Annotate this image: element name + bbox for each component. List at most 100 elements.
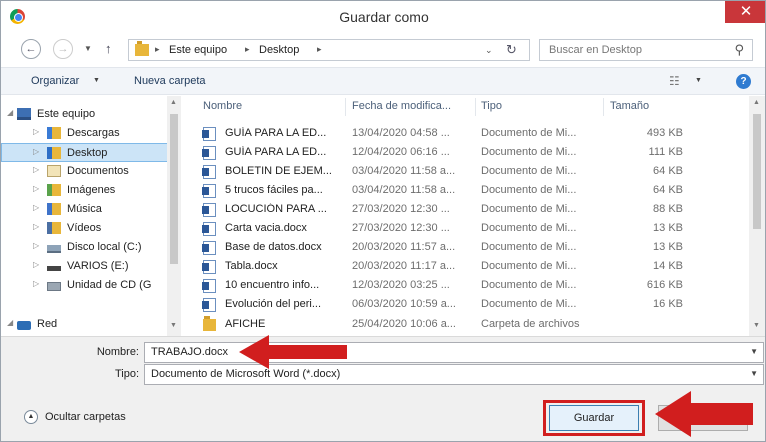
- tree-item-unidad-cd[interactable]: ▷ Unidad de CD (G: [1, 276, 169, 295]
- expand-icon[interactable]: ▷: [33, 203, 39, 212]
- chevron-down-icon[interactable]: ▼: [750, 369, 758, 378]
- collapse-icon[interactable]: ◢: [7, 318, 13, 327]
- file-row[interactable]: Base de datos.docx 20/03/2020 11:57 a...…: [185, 238, 745, 257]
- music-folder-icon: [47, 203, 61, 215]
- file-name: Evolución del peri...: [225, 298, 321, 310]
- expand-icon[interactable]: ▷: [33, 241, 39, 250]
- file-name: Tabla.docx: [225, 260, 278, 272]
- file-row[interactable]: LOCUCIÓN PARA ... 27/03/2020 12:30 ... D…: [185, 200, 745, 219]
- filetype-select[interactable]: Documento de Microsoft Word (*.docx) ▼: [144, 364, 764, 385]
- tree-item-varios[interactable]: ▷ VARIOS (E:): [1, 257, 169, 276]
- filename-input[interactable]: TRABAJO.docx ▼: [144, 342, 764, 363]
- tree-item-disco-local[interactable]: ▷ Disco local (C:): [1, 238, 169, 257]
- help-icon[interactable]: ?: [736, 74, 751, 89]
- tree-item-documentos[interactable]: ▷ Documentos: [1, 162, 169, 181]
- file-date: 20/03/2020 11:57 a...: [352, 241, 456, 253]
- view-options-icon[interactable]: ☷: [669, 74, 680, 88]
- tree-item-label: Disco local (C:): [67, 241, 142, 253]
- file-name: Base de datos.docx: [225, 241, 322, 253]
- file-row[interactable]: 5 trucos fáciles pa... 03/04/2020 11:58 …: [185, 181, 745, 200]
- word-document-icon: [202, 127, 216, 141]
- file-row[interactable]: Evolución del peri... 06/03/2020 10:59 a…: [185, 295, 745, 314]
- file-row[interactable]: 10 encuentro info... 12/03/2020 03:25 ..…: [185, 276, 745, 295]
- word-document-icon: [202, 146, 216, 160]
- breadcrumb-este-equipo[interactable]: Este equipo: [169, 44, 227, 56]
- scrollbar-thumb[interactable]: [170, 114, 178, 264]
- forward-button[interactable]: →: [53, 39, 73, 59]
- file-list-scrollbar[interactable]: ▲ ▼: [749, 96, 765, 336]
- column-divider[interactable]: [603, 98, 604, 116]
- scroll-up-icon[interactable]: ▲: [753, 99, 760, 106]
- recent-locations-dropdown-icon[interactable]: ▼: [84, 44, 92, 53]
- file-row[interactable]: Carta vacia.docx 27/03/2020 12:30 ... Do…: [185, 219, 745, 238]
- tree-item-este-equipo[interactable]: ◢ Este equipo: [1, 105, 169, 124]
- file-row[interactable]: GUÍA PARA LA ED... 13/04/2020 04:58 ... …: [185, 124, 745, 143]
- organize-button[interactable]: Organizar: [31, 75, 79, 87]
- tree-item-musica[interactable]: ▷ Música: [1, 200, 169, 219]
- tree-item-label: Red: [37, 318, 58, 330]
- expand-icon[interactable]: ▷: [33, 260, 39, 269]
- tree-item-imagenes[interactable]: ▷ Imágenes: [1, 181, 169, 200]
- file-type: Documento de Mi...: [481, 279, 577, 291]
- file-size: 493 KB: [646, 127, 683, 139]
- collapse-icon[interactable]: ◢: [7, 108, 13, 117]
- file-row[interactable]: GUÍA PARA LA ED... 12/04/2020 06:16 ... …: [185, 143, 745, 162]
- new-folder-button[interactable]: Nueva carpeta: [134, 75, 206, 87]
- column-header-size[interactable]: Tamaño: [610, 100, 649, 112]
- close-button[interactable]: ✕: [725, 1, 765, 23]
- chevron-right-icon[interactable]: ▸: [155, 44, 160, 55]
- expand-icon[interactable]: ▷: [33, 222, 39, 231]
- chevron-down-icon[interactable]: ▼: [695, 77, 702, 84]
- collapse-circle-icon[interactable]: ▲: [24, 410, 38, 424]
- scroll-down-icon[interactable]: ▼: [753, 322, 760, 329]
- folder-icon: [203, 316, 216, 331]
- expand-icon[interactable]: ▷: [33, 165, 39, 174]
- column-header-date[interactable]: Fecha de modifica...: [352, 100, 451, 112]
- file-name: 5 trucos fáciles pa...: [225, 184, 323, 196]
- refresh-icon[interactable]: ↻: [506, 42, 517, 58]
- scrollbar-thumb[interactable]: [753, 114, 761, 229]
- navigation-pane-scrollbar[interactable]: ▲ ▼: [167, 96, 181, 336]
- file-size: 13 KB: [653, 241, 683, 253]
- chevron-down-icon[interactable]: ▼: [750, 347, 758, 356]
- column-header-type[interactable]: Tipo: [481, 100, 502, 112]
- file-date: 12/04/2020 06:16 ...: [352, 146, 450, 158]
- search-box[interactable]: Buscar en Desktop ⚲: [539, 39, 753, 61]
- address-bar[interactable]: ▸ Este equipo ▸ Desktop ▸ ⌄ ↻: [128, 39, 530, 61]
- expand-icon[interactable]: ▷: [33, 184, 39, 193]
- scroll-up-icon[interactable]: ▲: [170, 99, 177, 106]
- breadcrumb-desktop[interactable]: Desktop: [259, 44, 299, 56]
- address-dropdown-icon[interactable]: ⌄: [485, 45, 493, 56]
- save-button[interactable]: Guardar: [549, 405, 639, 431]
- column-divider[interactable]: [475, 98, 476, 116]
- search-icon[interactable]: ⚲: [734, 42, 744, 58]
- chevron-down-icon[interactable]: ▼: [93, 77, 100, 84]
- word-document-icon: [202, 184, 216, 198]
- folder-row[interactable]: AFICHE 25/04/2020 10:06 a... Carpeta de …: [185, 315, 745, 334]
- tree-item-descargas[interactable]: ▷ Descargas: [1, 124, 169, 143]
- tree-item-desktop[interactable]: ▷ Desktop: [1, 143, 169, 162]
- scroll-down-icon[interactable]: ▼: [170, 322, 177, 329]
- file-row[interactable]: BOLETIN DE EJEM... 03/04/2020 11:58 a...…: [185, 162, 745, 181]
- expand-icon[interactable]: ▷: [33, 147, 39, 156]
- tree-item-label: Imágenes: [67, 184, 116, 196]
- file-date: 25/04/2020 10:06 a...: [352, 318, 456, 330]
- tree-item-label: Este equipo: [37, 108, 96, 120]
- file-name: GUÍA PARA LA ED...: [225, 127, 327, 139]
- tree-item-videos[interactable]: ▷ Vídeos: [1, 219, 169, 238]
- expand-icon[interactable]: ▷: [33, 279, 39, 288]
- column-header-name[interactable]: Nombre: [203, 100, 242, 112]
- up-button[interactable]: ↑: [105, 41, 112, 56]
- expand-icon[interactable]: ▷: [33, 127, 39, 136]
- back-button[interactable]: ←: [21, 39, 41, 59]
- file-type: Documento de Mi...: [481, 260, 577, 272]
- file-row[interactable]: Tabla.docx 20/03/2020 11:17 a... Documen…: [185, 257, 745, 276]
- tree-item-red[interactable]: ◢ Red: [1, 315, 169, 334]
- drive-icon: [47, 266, 61, 271]
- hide-folders-button[interactable]: Ocultar carpetas: [45, 411, 126, 423]
- column-divider[interactable]: [345, 98, 346, 116]
- chevron-right-icon[interactable]: ▸: [245, 44, 250, 55]
- chevron-right-icon[interactable]: ▸: [317, 44, 322, 55]
- file-type: Documento de Mi...: [481, 298, 577, 310]
- search-input[interactable]: Buscar en Desktop: [549, 44, 642, 56]
